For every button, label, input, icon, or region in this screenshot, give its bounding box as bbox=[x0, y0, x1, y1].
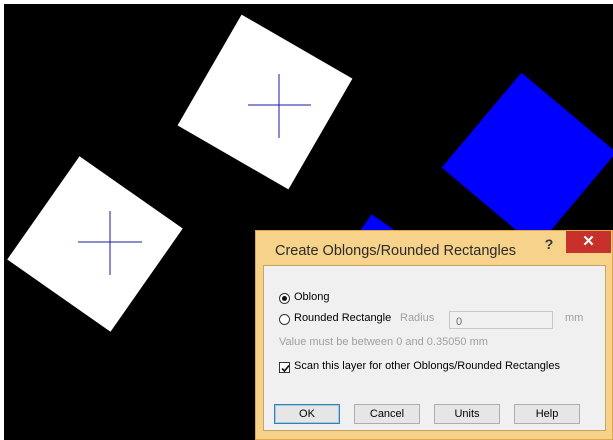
oblong-label[interactable]: Oblong bbox=[294, 291, 329, 303]
dialog-title-bar[interactable]: Create Oblongs/Rounded Rectangles ? ✕ bbox=[256, 231, 612, 265]
help-question-icon[interactable]: ? bbox=[539, 234, 559, 254]
rounded-rectangle-radio[interactable] bbox=[279, 314, 290, 325]
checkmark-icon bbox=[281, 364, 290, 373]
units-button[interactable]: Units bbox=[434, 404, 500, 424]
rounded-rectangle-label[interactable]: Rounded Rectangle bbox=[294, 312, 391, 324]
radius-label: Radius bbox=[400, 312, 435, 324]
radius-hint: Value must be between 0 and 0.35050 mm bbox=[279, 336, 488, 348]
help-button[interactable]: Help bbox=[514, 404, 580, 424]
create-oblongs-dialog: Create Oblongs/Rounded Rectangles ? ✕ Ob… bbox=[255, 230, 613, 440]
white-pad-top[interactable] bbox=[177, 14, 353, 190]
white-pad-left[interactable] bbox=[7, 156, 183, 332]
unit-label: mm bbox=[565, 312, 584, 324]
close-button[interactable]: ✕ bbox=[566, 231, 611, 253]
scan-layer-label[interactable]: Scan this layer for other Oblongs/Rounde… bbox=[294, 360, 560, 372]
ok-button[interactable]: OK bbox=[274, 404, 340, 424]
cancel-button[interactable]: Cancel bbox=[354, 404, 420, 424]
dialog-body: Oblong Rounded Rectangle Radius 0 mm Val… bbox=[263, 265, 606, 431]
scan-layer-checkbox[interactable] bbox=[279, 362, 290, 373]
radius-input[interactable]: 0 bbox=[449, 311, 553, 329]
dialog-title: Create Oblongs/Rounded Rectangles bbox=[275, 243, 517, 259]
blue-shape-right[interactable] bbox=[441, 72, 613, 248]
oblong-radio[interactable] bbox=[279, 293, 290, 304]
